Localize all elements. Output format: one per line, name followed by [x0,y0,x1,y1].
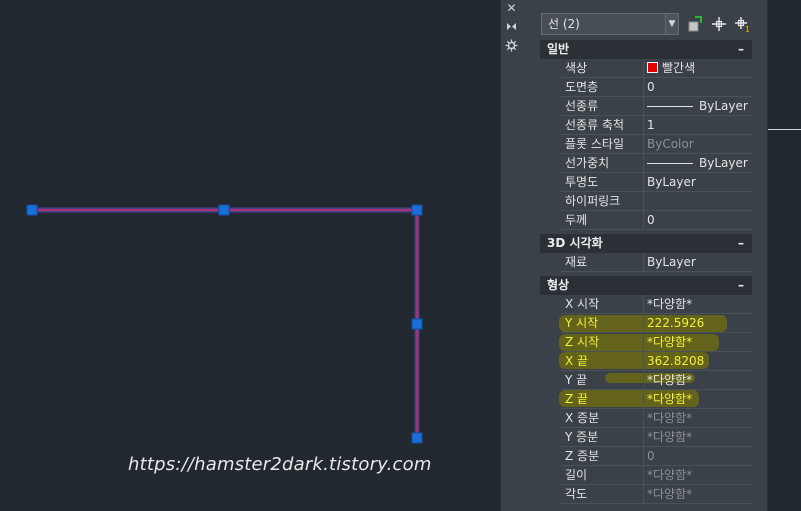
prop-value-text: ByLayer [699,99,748,113]
lineweight-sample-icon [647,163,693,164]
prop-label: 재료 [565,255,588,269]
crosshair-line [768,129,801,130]
section-geometry-title: 형상 [547,278,570,292]
prop-row-color[interactable]: 색상 빨간색 [561,59,752,78]
object-type-value: 선 (2) [548,17,580,31]
prop-row-thickness[interactable]: 두께 0 [561,211,752,230]
prop-row-plot-style[interactable]: 플롯 스타일 ByColor [561,135,752,154]
grip-mid-vertical[interactable] [411,318,423,330]
section-general[interactable]: 일반 – [540,40,752,59]
prop-row-delta-y[interactable]: Y 증분 *다양함* [561,428,752,447]
prop-label: 하이퍼링크 [565,194,621,208]
linetype-sample-icon [647,106,693,107]
prop-label: Y 시작 [565,316,599,330]
prop-value-color[interactable]: 빨간색 [647,59,695,77]
drawing-canvas-right[interactable] [768,0,801,511]
close-icon[interactable]: ✕ [505,2,518,15]
section-general-title: 일반 [547,42,570,56]
prop-row-end-y[interactable]: Y 끝 *다양함* [561,371,752,390]
prop-value: *다양함* [647,487,693,501]
section-geometry[interactable]: 형상 – [540,276,752,295]
prop-label: 플롯 스타일 [565,137,625,151]
prop-label: Z 시작 [565,335,600,349]
prop-value: ByColor [647,137,694,151]
prop-label: 각도 [565,487,588,501]
prop-label: Z 끝 [565,392,589,406]
prop-value[interactable]: ByLayer [647,253,696,271]
prop-label: X 끝 [565,354,589,368]
prop-label: 선가중치 [565,156,610,170]
prop-row-layer[interactable]: 도면층 0 [561,78,752,97]
prop-value[interactable]: *다양함* [647,390,692,408]
prop-row-start-z[interactable]: Z 시작 *다양함* [561,333,752,352]
toggle-pickadd-icon[interactable]: 1 [734,15,752,34]
palette-title-strip: ✕ [500,0,522,511]
collapse-icon[interactable]: – [738,234,744,253]
prop-row-start-x[interactable]: X 시작 *다양함* [561,295,752,314]
prop-value[interactable]: 362.8208 [647,352,704,370]
section-3d-visualization[interactable]: 3D 시각화 – [540,234,752,253]
auto-hide-icon[interactable] [505,20,518,33]
prop-label: Y 증분 [565,430,599,444]
prop-value-lineweight[interactable]: ByLayer [647,154,748,172]
prop-row-delta-x[interactable]: X 증분 *다양함* [561,409,752,428]
quick-select-icon[interactable] [687,15,705,33]
prop-value[interactable]: *다양함* [647,371,692,389]
select-objects-icon[interactable] [710,15,728,33]
prop-label: Z 증분 [565,449,600,463]
prop-value-text: ByLayer [699,156,748,170]
object-type-dropdown[interactable]: 선 (2) [541,13,677,35]
prop-row-lineweight[interactable]: 선가중치 ByLayer [561,154,752,173]
prop-value[interactable]: *다양함* [647,295,692,313]
prop-value[interactable]: 222.5926 [647,314,704,332]
prop-row-material[interactable]: 재료 ByLayer [561,253,752,272]
prop-label: X 시작 [565,297,600,311]
prop-value: *다양함* [647,411,693,425]
prop-row-transparency[interactable]: 투명도 ByLayer [561,173,752,192]
prop-label: Y 끝 [565,373,588,387]
prop-label: 선종류 축척 [565,118,625,132]
prop-row-delta-z[interactable]: Z 증분 0 [561,447,752,466]
prop-label: 도면층 [565,80,599,94]
prop-value: 0 [647,449,655,463]
grip-end-vertical[interactable] [411,432,423,444]
grip-start-horizontal[interactable] [26,204,38,216]
prop-row-linetype-scale[interactable]: 선종류 축척 1 [561,116,752,135]
properties-palette: 선 (2) ▼ 1 일반 – 색상 빨간색 도면층 0 선종류 ByLayer … [521,0,768,511]
prop-label: 길이 [565,468,588,482]
prop-value[interactable]: 0 [647,78,655,96]
prop-value: *다양함* [647,430,693,444]
prop-row-length[interactable]: 길이 *다양함* [561,466,752,485]
prop-row-angle[interactable]: 각도 *다양함* [561,485,752,504]
svg-text:1: 1 [745,25,750,33]
prop-value[interactable]: *다양함* [647,333,692,351]
prop-value-text: 빨간색 [662,61,696,75]
prop-row-start-y[interactable]: Y 시작 222.5926 [561,314,752,333]
prop-label: 두께 [565,213,588,227]
collapse-icon[interactable]: – [738,40,744,59]
prop-value[interactable]: 0 [647,211,655,229]
prop-row-end-z[interactable]: Z 끝 *다양함* [561,390,752,409]
collapse-icon[interactable]: – [738,276,744,295]
prop-label: X 증분 [565,411,600,425]
prop-label: 선종류 [565,99,599,113]
prop-value: *다양함* [647,468,693,482]
prop-value-linetype[interactable]: ByLayer [647,97,748,115]
chevron-down-icon[interactable]: ▼ [665,13,679,35]
prop-label: 색상 [565,61,588,75]
color-swatch-icon [647,62,658,73]
section-3d-title: 3D 시각화 [547,236,603,250]
settings-icon[interactable] [505,39,518,52]
prop-row-linetype[interactable]: 선종류 ByLayer [561,97,752,116]
grip-corner[interactable] [411,204,423,216]
prop-value[interactable]: ByLayer [647,173,696,191]
watermark-text: https://hamster2dark.tistory.com [128,454,432,475]
prop-row-hyperlink[interactable]: 하이퍼링크 [561,192,752,211]
grip-mid-horizontal[interactable] [218,204,230,216]
prop-value[interactable]: 1 [647,116,655,134]
prop-row-end-x[interactable]: X 끝 362.8208 [561,352,752,371]
prop-label: 투명도 [565,175,599,189]
